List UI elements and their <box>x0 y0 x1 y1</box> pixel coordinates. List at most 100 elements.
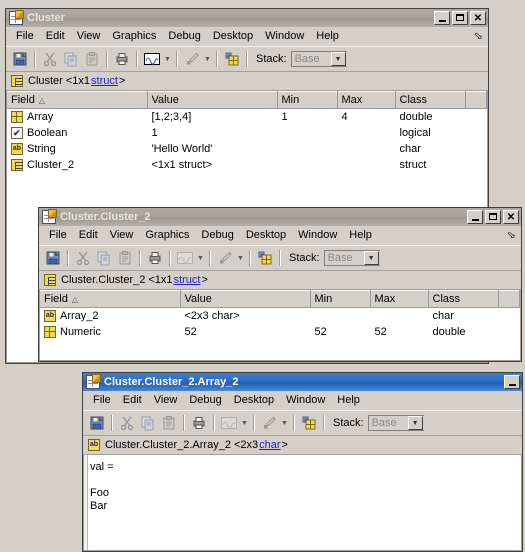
print-icon[interactable] <box>145 248 165 268</box>
cell-class[interactable]: double <box>395 108 466 125</box>
menu-file[interactable]: File <box>87 393 117 407</box>
chevron-down-icon[interactable]: ▼ <box>407 416 423 430</box>
table-row[interactable]: Cluster_2 <1x1 struct> struct <box>7 156 487 173</box>
toolbar-cluster2[interactable]: ▼ ▼ Stack: Base ▼ <box>39 245 521 271</box>
table-row[interactable]: ab String 'Hello World' char <box>7 140 487 157</box>
cell-min[interactable] <box>277 124 338 141</box>
stack-select[interactable]: Base ▼ <box>367 415 424 431</box>
cell-blank[interactable] <box>465 124 487 141</box>
cell-value[interactable]: [1,2;3,4] <box>147 108 278 125</box>
cell-blank[interactable] <box>465 140 487 157</box>
insert-icon[interactable] <box>255 248 275 268</box>
column-header-blank[interactable] <box>498 290 520 308</box>
menu-view[interactable]: View <box>104 228 140 242</box>
char-content-pane[interactable]: val = Foo Bar <box>83 455 522 551</box>
chevron-down-icon[interactable]: ▼ <box>363 251 379 265</box>
cell-min[interactable]: 52 <box>310 323 371 340</box>
column-header-max[interactable]: Max <box>370 290 429 308</box>
plot-icon[interactable] <box>175 248 195 268</box>
minimize-button[interactable] <box>434 11 450 25</box>
cell-blank[interactable] <box>465 108 487 125</box>
plot-icon[interactable] <box>142 49 162 69</box>
paste-icon[interactable] <box>82 49 102 69</box>
cell-max[interactable]: 4 <box>337 108 396 125</box>
menu-file[interactable]: File <box>10 29 40 43</box>
column-header-class[interactable]: Class <box>395 91 466 109</box>
cell-field[interactable]: Array <box>7 108 148 125</box>
plot-dropdown-arrow-icon[interactable]: ▼ <box>196 249 205 267</box>
brush-icon[interactable] <box>182 49 202 69</box>
column-header-value[interactable]: Value <box>147 91 278 109</box>
variable-class-link[interactable]: char <box>259 439 280 451</box>
cell-blank[interactable] <box>498 323 520 340</box>
cell-value[interactable]: <2x3 char> <box>180 307 311 324</box>
cell-max[interactable]: 52 <box>370 323 429 340</box>
variable-table-cluster2[interactable]: Field △ Value Min Max Class ab Array_2 <… <box>39 290 521 361</box>
cell-blank[interactable] <box>498 307 520 324</box>
maximize-button[interactable] <box>452 11 468 25</box>
cell-field[interactable]: ✔ Boolean <box>7 124 148 141</box>
cell-class[interactable]: char <box>395 140 466 157</box>
close-button[interactable]: ✕ <box>470 11 486 25</box>
cell-min[interactable] <box>277 156 338 173</box>
cell-value[interactable]: <1x1 struct> <box>147 156 278 173</box>
table-row[interactable]: Array [1,2;3,4] 1 4 double <box>7 108 487 125</box>
plot-dropdown-arrow-icon[interactable]: ▼ <box>163 50 172 68</box>
column-header-field[interactable]: Field △ <box>7 91 148 109</box>
insert-icon[interactable] <box>299 413 319 433</box>
cut-icon[interactable] <box>40 49 60 69</box>
column-header-value[interactable]: Value <box>180 290 311 308</box>
close-button[interactable]: ✕ <box>503 210 519 224</box>
column-header-max[interactable]: Max <box>337 91 396 109</box>
table-row[interactable]: Numeric 52 52 52 double <box>40 323 520 340</box>
column-header-blank[interactable] <box>465 91 487 109</box>
save-icon[interactable] <box>10 49 30 69</box>
cell-class[interactable]: double <box>428 323 499 340</box>
cell-field[interactable]: ab Array_2 <box>40 307 181 324</box>
menu-debug[interactable]: Debug <box>162 29 206 43</box>
stack-select[interactable]: Base ▼ <box>290 51 347 67</box>
paste-icon[interactable] <box>159 413 179 433</box>
minimize-button[interactable] <box>467 210 483 224</box>
menu-help[interactable]: Help <box>331 393 366 407</box>
menu-window[interactable]: Window <box>259 29 310 43</box>
menu-graphics[interactable]: Graphics <box>139 228 195 242</box>
menu-debug[interactable]: Debug <box>183 393 227 407</box>
brush-icon[interactable] <box>259 413 279 433</box>
column-header-class[interactable]: Class <box>428 290 499 308</box>
menu-debug[interactable]: Debug <box>195 228 239 242</box>
print-icon[interactable] <box>112 49 132 69</box>
table-row[interactable]: ab Array_2 <2x3 char> char <box>40 307 520 324</box>
menubar-cluster[interactable]: File Edit View Graphics Debug Desktop Wi… <box>6 27 488 46</box>
cell-field[interactable]: Cluster_2 <box>7 156 148 173</box>
plot-icon[interactable] <box>219 413 239 433</box>
menu-window[interactable]: Window <box>292 228 343 242</box>
cell-value[interactable]: 1 <box>147 124 278 141</box>
cell-value[interactable]: 52 <box>180 323 311 340</box>
titlebar-cluster2[interactable]: Cluster.Cluster_2 ✕ <box>39 208 521 226</box>
menu-graphics[interactable]: Graphics <box>106 29 162 43</box>
copy-icon[interactable] <box>94 248 114 268</box>
char-content-text[interactable]: val = Foo Bar <box>90 461 519 550</box>
cell-min[interactable]: 1 <box>277 108 338 125</box>
brush-dropdown-arrow-icon[interactable]: ▼ <box>280 414 289 432</box>
cell-field[interactable]: ab String <box>7 140 148 157</box>
cell-min[interactable] <box>277 140 338 157</box>
paste-icon[interactable] <box>115 248 135 268</box>
column-header-min[interactable]: Min <box>277 91 338 109</box>
menu-file[interactable]: File <box>43 228 73 242</box>
titlebar-cluster[interactable]: Cluster ✕ <box>6 9 488 27</box>
menubar-cluster2[interactable]: File Edit View Graphics Debug Desktop Wi… <box>39 226 521 245</box>
cell-min[interactable] <box>310 307 371 324</box>
menu-window[interactable]: Window <box>280 393 331 407</box>
cell-max[interactable] <box>370 307 429 324</box>
insert-icon[interactable] <box>222 49 242 69</box>
maximize-button[interactable] <box>485 210 501 224</box>
cut-icon[interactable] <box>73 248 93 268</box>
menubar-array2[interactable]: File Edit View Debug Desktop Window Help <box>83 391 522 410</box>
cell-blank[interactable] <box>465 156 487 173</box>
cell-max[interactable] <box>337 140 396 157</box>
print-icon[interactable] <box>189 413 209 433</box>
menu-desktop[interactable]: Desktop <box>228 393 280 407</box>
copy-icon[interactable] <box>138 413 158 433</box>
